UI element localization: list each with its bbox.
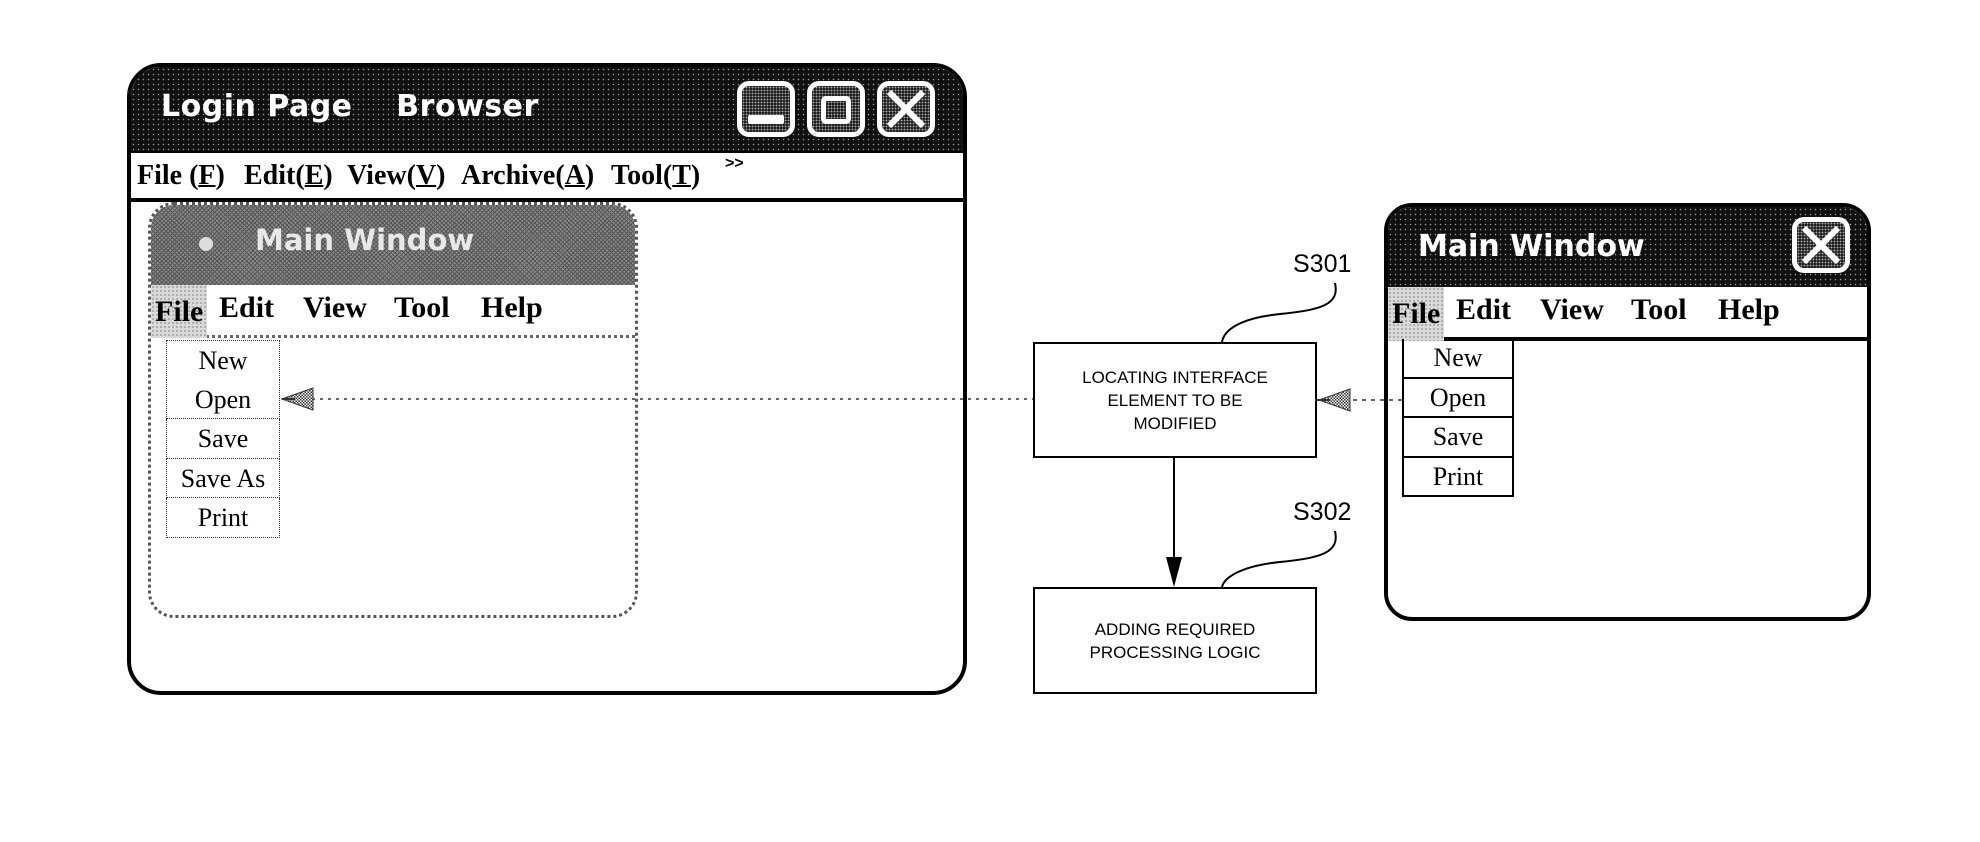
menu-archive[interactable]: Archive(A) bbox=[461, 160, 594, 192]
embedded-menu-help[interactable]: Help bbox=[481, 291, 543, 325]
main-menu-item-new[interactable]: New bbox=[1402, 339, 1514, 379]
minimize-icon bbox=[748, 115, 784, 124]
embedded-menu-item-print[interactable]: Print bbox=[166, 498, 280, 538]
menu-tool[interactable]: Tool(T) bbox=[611, 160, 700, 192]
step-box-locating: LOCATING INTERFACE ELEMENT TO BE MODIFIE… bbox=[1033, 342, 1317, 458]
main-file-dropdown: New Open Save Print bbox=[1402, 339, 1514, 497]
main-menu-item-print[interactable]: Print bbox=[1402, 457, 1514, 497]
window-dot-icon bbox=[199, 237, 213, 251]
main-menu-edit[interactable]: Edit bbox=[1456, 293, 1511, 327]
embedded-menu-item-save[interactable]: Save bbox=[166, 419, 280, 459]
embedded-menu-file[interactable]: File bbox=[151, 285, 208, 338]
arrow-head-right bbox=[1317, 388, 1351, 412]
embedded-menu-item-open[interactable]: Open bbox=[166, 379, 280, 419]
embedded-menu-tool[interactable]: Tool bbox=[394, 291, 450, 325]
maximize-button[interactable] bbox=[807, 81, 865, 137]
main-window-title: Main Window bbox=[1418, 229, 1645, 264]
main-menu-view[interactable]: View bbox=[1540, 293, 1604, 327]
embedded-menu-item-new[interactable]: New bbox=[166, 340, 280, 380]
embedded-menu-item-save-as[interactable]: Save As bbox=[166, 458, 280, 498]
main-menu-help[interactable]: Help bbox=[1718, 293, 1780, 327]
close-icon bbox=[1801, 225, 1841, 265]
main-window-title-bar: Main Window bbox=[1388, 207, 1867, 287]
main-menu-item-open[interactable]: Open bbox=[1402, 378, 1514, 418]
menu-edit[interactable]: Edit(E) bbox=[244, 160, 333, 192]
minimize-button[interactable] bbox=[737, 81, 795, 137]
close-button[interactable] bbox=[877, 81, 935, 137]
embedded-menu-edit[interactable]: Edit bbox=[219, 291, 274, 325]
embedded-menu-bar: File Edit View Tool Help bbox=[151, 285, 635, 338]
browser-title-bar: Login Page Browser bbox=[131, 67, 963, 151]
step-label-s301: S301 bbox=[1293, 250, 1352, 278]
embedded-window-title: Main Window bbox=[255, 223, 475, 257]
main-menu-file[interactable]: File bbox=[1388, 287, 1445, 341]
menu-view[interactable]: View(V) bbox=[347, 160, 446, 192]
embedded-menu-view[interactable]: View bbox=[303, 291, 367, 325]
leader-s302 bbox=[1221, 530, 1337, 588]
browser-menu-bar: File (F) Edit(E) View(V) Archive(A) Tool… bbox=[131, 151, 963, 202]
main-menu-tool[interactable]: Tool bbox=[1631, 293, 1687, 327]
flow-arrow-head bbox=[1166, 557, 1182, 587]
menu-file[interactable]: File (F) bbox=[137, 160, 225, 192]
maximize-icon bbox=[821, 96, 851, 124]
step-box-adding-logic: ADDING REQUIRED PROCESSING LOGIC bbox=[1033, 587, 1317, 694]
close-icon bbox=[886, 89, 926, 129]
main-window-menu-bar: File Edit View Tool Help bbox=[1388, 287, 1867, 341]
embedded-file-dropdown: New Open Save Save As Print bbox=[166, 340, 280, 538]
step-label-s302: S302 bbox=[1293, 498, 1352, 526]
main-menu-item-save[interactable]: Save bbox=[1402, 418, 1514, 458]
leader-s301 bbox=[1221, 282, 1337, 343]
main-window-close-button[interactable] bbox=[1792, 217, 1850, 273]
browser-title: Login Page Browser bbox=[161, 89, 539, 124]
menu-overflow-chevron[interactable]: >> bbox=[725, 155, 744, 173]
embedded-title-bar: Main Window bbox=[151, 205, 635, 285]
